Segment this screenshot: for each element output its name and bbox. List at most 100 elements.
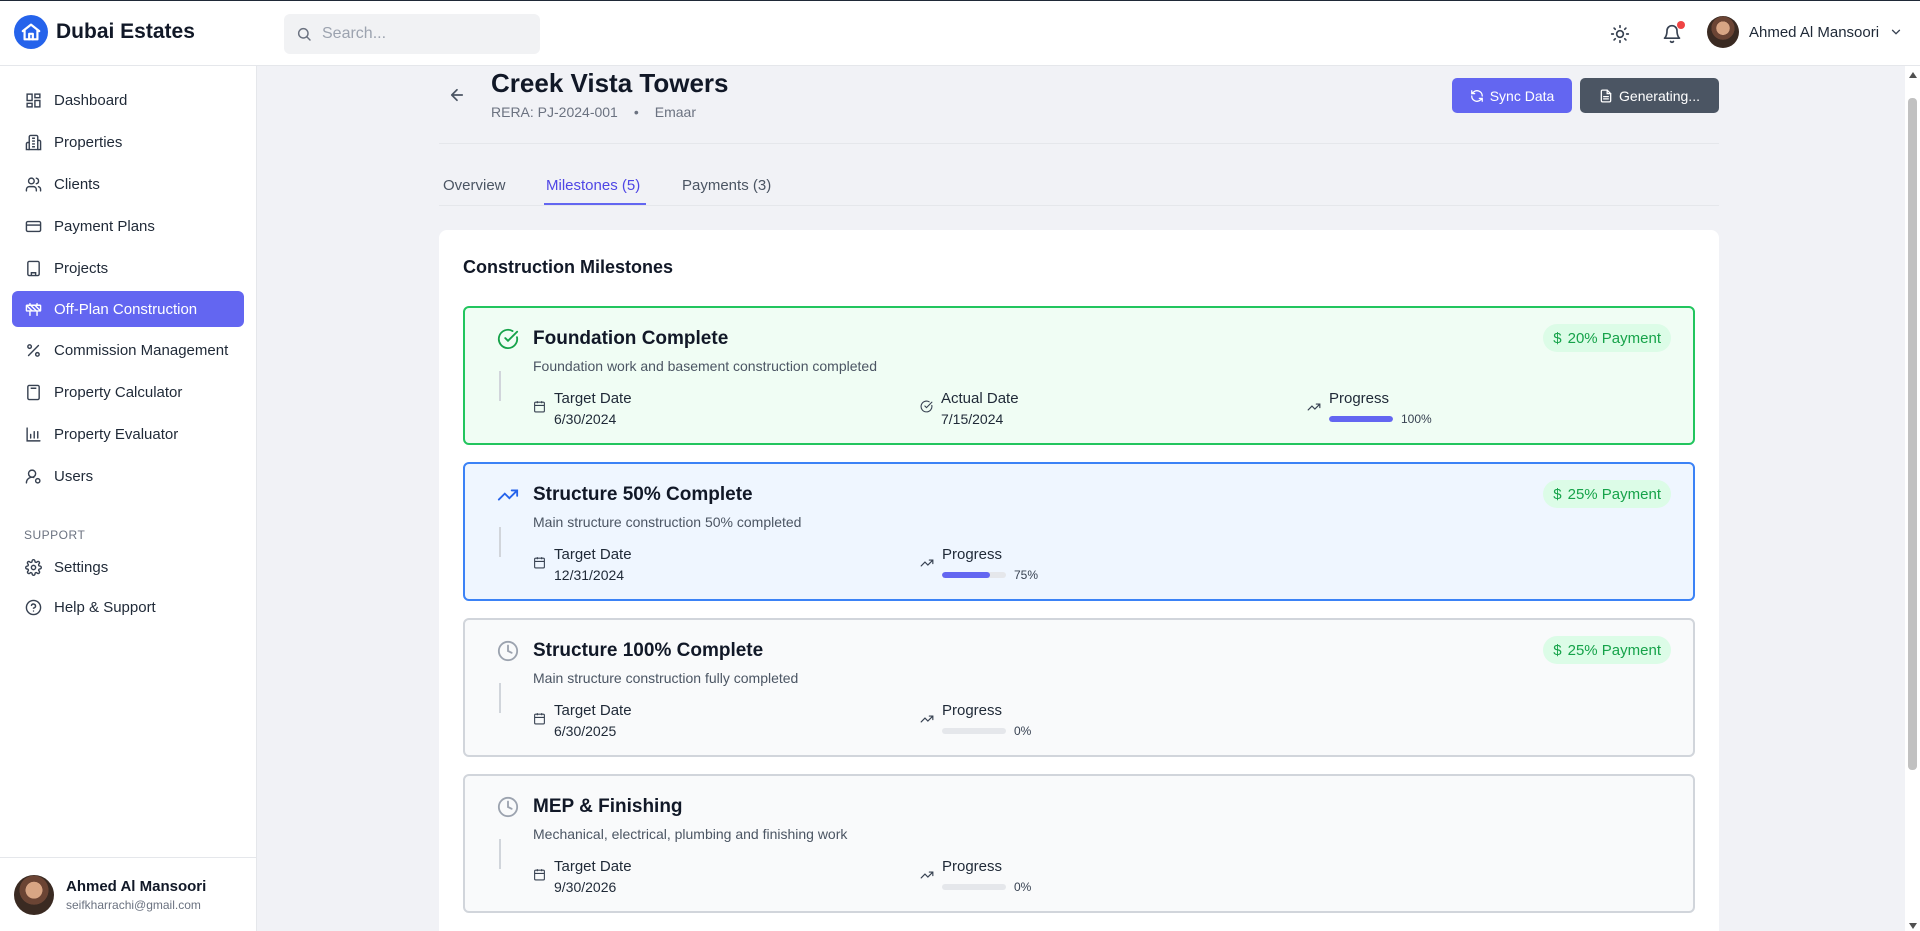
top-bar: Dubai Estates Ahmed Al Mansoori: [0, 0, 1920, 66]
avatar: [14, 874, 54, 915]
progress-label: Progress: [942, 546, 1003, 563]
sidebar-item-off-plan-construction[interactable]: Off-Plan Construction: [12, 291, 244, 327]
dollar-icon: $: [1553, 641, 1562, 659]
sidebar-item-label: Property Calculator: [54, 383, 183, 401]
theme-toggle-button[interactable]: [1606, 20, 1634, 48]
sidebar-item-clients[interactable]: Clients: [12, 166, 244, 202]
check-circle-icon: [497, 328, 519, 349]
progress-fill: [942, 572, 990, 578]
progress-percent: 0%: [1014, 880, 1032, 894]
office-building-icon: [27, 260, 40, 276]
payment-badge: $ 25% Payment: [1543, 636, 1671, 664]
actual-date-label: Actual Date: [941, 390, 1019, 407]
sidebar-item-users[interactable]: Users: [12, 458, 244, 494]
scrollbar-thumb[interactable]: [1908, 98, 1917, 770]
progress-percent: 100%: [1401, 412, 1432, 426]
progress-bar: [1329, 416, 1393, 422]
calendar-icon: [534, 401, 545, 413]
timeline-connector: [499, 683, 501, 713]
gear-icon: [25, 558, 42, 576]
trending-up-icon: [1307, 403, 1321, 411]
sync-data-button[interactable]: Sync Data: [1452, 78, 1572, 113]
target-date-field: Target Date 6/30/2025: [533, 702, 632, 739]
milestone-description: Mechanical, electrical, plumbing and fin…: [533, 826, 848, 842]
support-section-label: SUPPORT: [24, 528, 86, 542]
footer-user-name: Ahmed Al Mansoori: [66, 877, 207, 895]
brand[interactable]: Dubai Estates: [14, 15, 195, 49]
building-icon: [25, 134, 42, 150]
milestone-card: Structure 100% Complete Main structure c…: [463, 618, 1695, 757]
trending-up-icon: [497, 489, 519, 501]
sidebar-item-property-evaluator[interactable]: Property Evaluator: [12, 416, 244, 452]
scroll-down-arrow[interactable]: [1908, 921, 1917, 930]
target-date-value: 12/31/2024: [554, 567, 625, 583]
sidebar-item-projects[interactable]: Projects: [12, 250, 244, 286]
sidebar-item-label: Properties: [54, 133, 123, 151]
timeline-connector: [499, 371, 501, 401]
calendar-icon: [534, 713, 545, 725]
progress-percent: 75%: [1014, 568, 1039, 582]
tab-payments[interactable]: Payments (3): [682, 177, 771, 194]
footer-user-email: seifkharrachi@gmail.com: [66, 897, 201, 912]
search-input[interactable]: [322, 25, 522, 43]
file-text-icon: [1600, 89, 1612, 102]
brand-name: Dubai Estates: [56, 20, 195, 43]
header-divider: [439, 143, 1719, 144]
sidebar-item-dashboard[interactable]: Dashboard: [12, 82, 244, 118]
milestone-title: Foundation Complete: [533, 328, 729, 349]
back-button[interactable]: [446, 84, 468, 106]
avatar: [1707, 16, 1739, 48]
tabs-divider: [439, 205, 1719, 206]
tab-overview[interactable]: Overview: [443, 177, 506, 194]
progress-label: Progress: [942, 858, 1003, 875]
progress-field: Progress 75%: [920, 546, 1038, 582]
dashboard-icon: [26, 92, 41, 108]
progress-bar: [942, 728, 1006, 734]
sidebar-item-label: Payment Plans: [54, 217, 155, 235]
sidebar-item-label: Off-Plan Construction: [54, 300, 198, 318]
trending-up-icon: [920, 559, 934, 567]
sidebar-item-settings[interactable]: Settings: [12, 549, 244, 585]
timeline-connector: [499, 839, 501, 869]
sidebar-user-profile[interactable]: Ahmed Al Mansoori seifkharrachi@gmail.co…: [0, 857, 257, 931]
sun-icon: [1610, 24, 1630, 44]
milestone-title: MEP & Finishing: [533, 796, 683, 817]
active-tab-indicator: [544, 203, 646, 205]
scroll-up-arrow[interactable]: [1908, 70, 1917, 79]
sidebar-item-label: Commission Management: [54, 341, 229, 359]
sidebar-item-label: Clients: [54, 175, 100, 193]
home-logo-icon: [14, 15, 48, 49]
payment-badge-label: 20% Payment: [1567, 329, 1661, 347]
sidebar-item-label: Dashboard: [54, 91, 128, 109]
sidebar-item-properties[interactable]: Properties: [12, 124, 244, 160]
rera-number: RERA: PJ-2024-001: [491, 104, 618, 120]
refresh-icon: [1470, 89, 1483, 102]
trending-up-icon: [920, 871, 934, 879]
payment-badge-label: 25% Payment: [1567, 485, 1661, 503]
help-circle-icon: [25, 599, 42, 615]
milestone-card: MEP & Finishing Mechanical, electrical, …: [463, 774, 1695, 913]
bar-chart-icon: [26, 426, 41, 442]
target-date-label: Target Date: [554, 858, 632, 875]
arrow-left-icon: [450, 88, 464, 102]
sidebar-item-label: Help & Support: [54, 598, 156, 616]
sidebar-item-label: Projects: [54, 259, 109, 277]
sidebar-item-help-support[interactable]: Help & Support: [12, 589, 244, 625]
milestone-card: Foundation Complete Foundation work and …: [463, 306, 1695, 445]
trending-up-icon: [920, 715, 934, 723]
dollar-icon: $: [1553, 485, 1562, 503]
notifications-button[interactable]: [1658, 20, 1686, 48]
generate-report-button[interactable]: Generating...: [1580, 78, 1719, 113]
check-circle-icon: [920, 400, 933, 413]
target-date-value: 6/30/2024: [554, 411, 617, 427]
milestone-description: Main structure construction fully comple…: [533, 670, 799, 686]
actual-date-field: Actual Date 7/15/2024: [920, 390, 1019, 427]
sidebar-item-commission-management[interactable]: Commission Management: [12, 332, 244, 368]
sidebar-item-property-calculator[interactable]: Property Calculator: [12, 374, 244, 410]
search-box[interactable]: [284, 14, 540, 54]
credit-card-icon: [25, 220, 42, 232]
user-menu[interactable]: Ahmed Al Mansoori: [1707, 16, 1903, 48]
user-cog-icon: [25, 468, 41, 484]
sidebar-item-payment-plans[interactable]: Payment Plans: [12, 208, 244, 244]
tab-milestones[interactable]: Milestones (5): [546, 177, 640, 194]
